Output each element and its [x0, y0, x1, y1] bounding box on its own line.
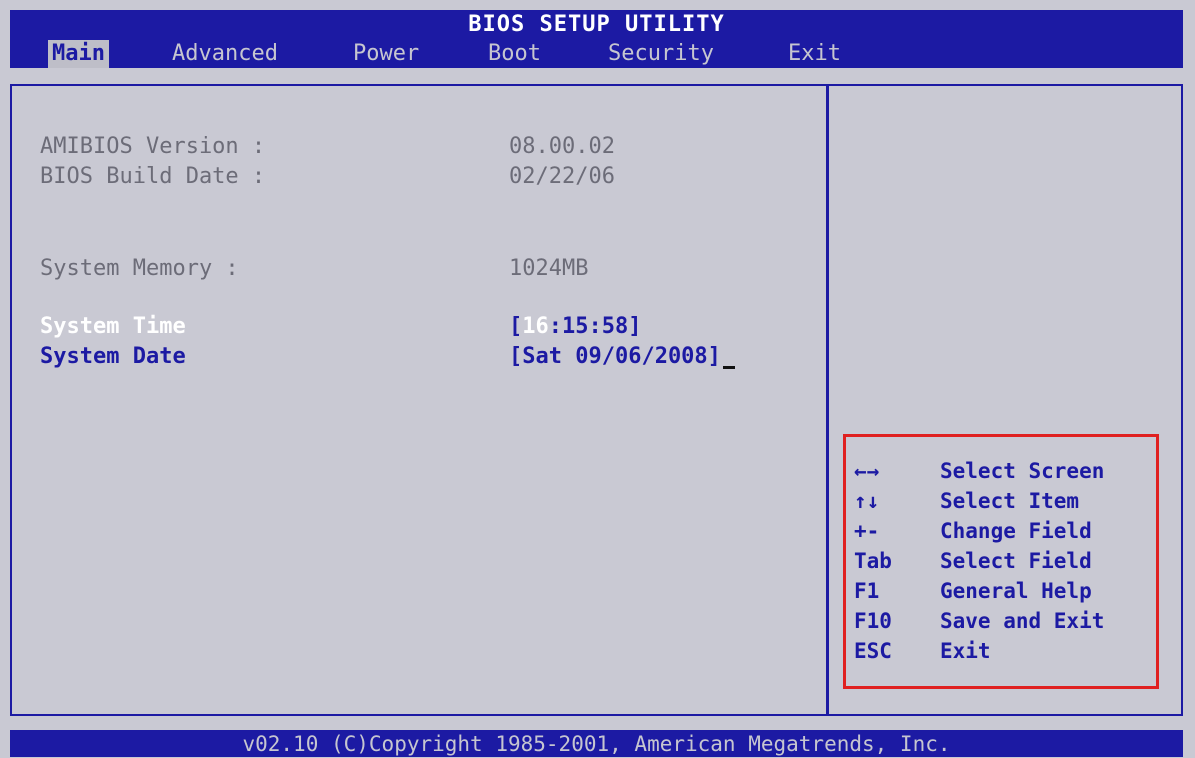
text-cursor: [722, 346, 735, 369]
help-action: Select Screen: [940, 459, 1105, 483]
tab-advanced[interactable]: Advanced: [172, 40, 278, 68]
tab-power[interactable]: Power: [353, 40, 419, 68]
help-panel: ←→ Select Screen ↑↓ Select Item +- Change F…: [826, 84, 1183, 716]
help-item: ←→ Select Screen: [854, 459, 1104, 483]
key-help-box: ←→ Select Screen ↑↓ Select Item +- Change F…: [843, 434, 1159, 689]
title-bar: BIOS SETUP UTILITY Main Advanced Power B…: [10, 10, 1183, 68]
system-date-field[interactable]: [Sat 09/06/2008]: [509, 344, 735, 369]
amibios-version-value: 08.00.02: [509, 134, 615, 159]
help-key-f1: F1: [854, 579, 880, 603]
system-date-label[interactable]: System Date: [40, 344, 186, 369]
bios-title: BIOS SETUP UTILITY: [468, 12, 725, 37]
help-key-tab: Tab: [854, 549, 892, 573]
help-item: ↑↓ Select Item: [854, 489, 1079, 513]
tab-exit[interactable]: Exit: [788, 40, 841, 68]
help-action: Change Field: [940, 519, 1092, 543]
bios-build-date-value: 02/22/06: [509, 164, 615, 189]
arrow-up-down-icon: ↑↓: [854, 489, 880, 513]
help-key-esc: ESC: [854, 639, 892, 663]
tab-security[interactable]: Security: [608, 40, 714, 68]
system-date-value: [Sat 09/06/2008]: [509, 344, 721, 369]
system-time-rest: :15:58]: [548, 314, 642, 339]
arrow-left-right-icon: ←→: [854, 459, 880, 483]
help-item: F10 Save and Exit: [854, 609, 1104, 633]
help-item: F1 General Help: [854, 579, 1092, 603]
bios-build-date-label: BIOS Build Date :: [40, 164, 266, 189]
system-time-label[interactable]: System Time: [40, 314, 186, 339]
help-action: Select Item: [940, 489, 1080, 513]
help-item: ESC Exit: [854, 639, 991, 663]
tab-menu: Main Advanced Power Boot Security Exit: [10, 40, 1183, 68]
system-time-field[interactable]: [16:15:58]: [509, 314, 641, 339]
help-action: Exit: [940, 639, 991, 663]
plus-minus-icon: +-: [854, 519, 880, 543]
system-time-bracket: [: [509, 314, 523, 339]
tab-boot[interactable]: Boot: [488, 40, 541, 68]
help-item: Tab Select Field: [854, 549, 1092, 573]
help-item: +- Change Field: [854, 519, 1092, 543]
help-action: Select Field: [940, 549, 1092, 573]
system-time-hours[interactable]: 16: [522, 314, 549, 339]
amibios-version-label: AMIBIOS Version :: [40, 134, 266, 159]
help-key-f10: F10: [854, 609, 892, 633]
tab-main[interactable]: Main: [48, 40, 109, 68]
copyright-footer: v02.10 (C)Copyright 1985-2001, American …: [10, 730, 1183, 757]
help-action: General Help: [940, 579, 1092, 603]
system-memory-value: 1024MB: [509, 256, 589, 281]
main-settings-panel: AMIBIOS Version : 08.00.02 BIOS Build Da…: [10, 84, 828, 716]
help-action: Save and Exit: [940, 609, 1105, 633]
system-memory-label: System Memory :: [40, 256, 239, 281]
